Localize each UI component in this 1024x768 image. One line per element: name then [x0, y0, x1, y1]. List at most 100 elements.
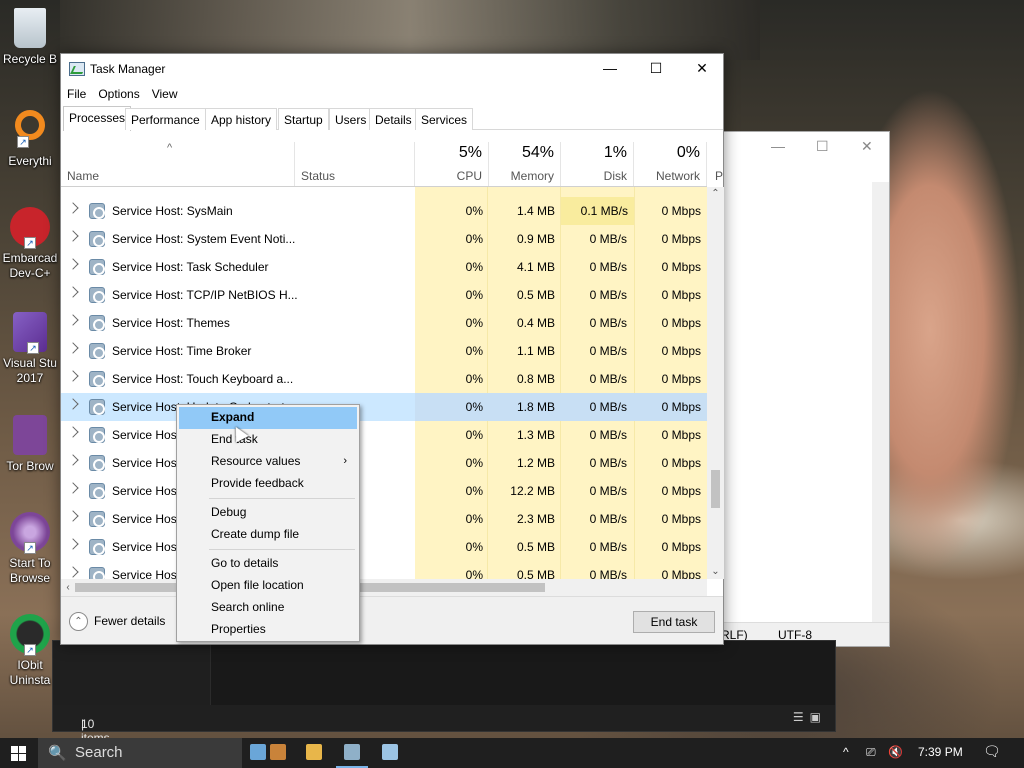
start-button[interactable]	[0, 738, 38, 768]
table-row[interactable]: Service Host: SysMain 0% 1.4 MB 0.1 MB/s 0 M…	[61, 197, 707, 225]
expand-chevron-icon[interactable]	[67, 258, 79, 270]
volume-muted-icon[interactable]: 🔇	[888, 745, 903, 759]
menu-item-properties[interactable]: Properties	[179, 619, 357, 641]
taskbar-search-box[interactable]: 🔍 Search	[38, 738, 242, 768]
maximize-icon[interactable]: ☐	[816, 138, 829, 155]
scroll-left-icon[interactable]: ‹	[61, 579, 75, 596]
service-host-icon	[89, 455, 105, 471]
tab-users[interactable]: Users	[329, 108, 373, 130]
search-icon: 🔍	[48, 745, 67, 762]
column-header-network[interactable]: 0% Network	[634, 142, 707, 186]
menu-view[interactable]: View	[146, 84, 184, 101]
menu-item-go-to-details[interactable]: Go to details	[179, 553, 357, 575]
background-editor-window[interactable]: — ☐ ✕ RLF) UTF-8	[720, 131, 890, 647]
menu-item-resource-values[interactable]: Resource values ›	[179, 451, 357, 473]
scroll-down-icon[interactable]: ⌄	[707, 565, 724, 579]
tab-services[interactable]: Services	[415, 108, 474, 130]
task-manager-window[interactable]: Task Manager — ☐ ✕ File Options View Proce…	[60, 53, 724, 645]
taskbar-app-task-manager[interactable]	[336, 740, 368, 768]
menu-item-create-dump-file[interactable]: Create dump file	[179, 524, 357, 546]
table-row[interactable]: Service Host 0% 1.3 MB 0 MB/s 0 Mbps	[61, 421, 707, 449]
vertical-scroll-thumb[interactable]	[711, 470, 720, 508]
file-explorer-window[interactable]: 10 items | ☰▣	[52, 640, 836, 745]
menu-file[interactable]: File	[61, 84, 92, 101]
desktop-icon-everything[interactable]: ↗ Everythi	[0, 110, 60, 169]
expand-chevron-icon[interactable]	[67, 398, 79, 410]
table-row[interactable]: Service Host 0% 0.5 MB 0 MB/s 0 Mbps	[61, 533, 707, 561]
expand-chevron-icon[interactable]	[67, 370, 79, 382]
expand-chevron-icon[interactable]	[67, 510, 79, 522]
expand-chevron-icon[interactable]	[67, 538, 79, 550]
table-row[interactable]: Service Host: TCP/IP NetBIOS H... 0% 0.5 M…	[61, 281, 707, 309]
expand-chevron-icon[interactable]	[67, 230, 79, 242]
table-row[interactable]: Service Host: System Event Noti... 0% 0.9 …	[61, 225, 707, 253]
expand-chevron-icon[interactable]	[67, 314, 79, 326]
background-window-scrollbar[interactable]	[872, 182, 889, 622]
menu-item-expand[interactable]: Expand	[179, 407, 357, 429]
tab-app-history[interactable]: App history	[205, 108, 278, 130]
expand-chevron-icon[interactable]	[67, 482, 79, 494]
table-row[interactable]: Service Host 0% 1.2 MB 0 MB/s 0 Mbps	[61, 449, 707, 477]
taskbar-app-file-explorer[interactable]	[298, 740, 330, 768]
column-header-name[interactable]: Name	[61, 142, 295, 186]
taskbar-app-winrar[interactable]	[262, 740, 294, 768]
explorer-navigation-pane[interactable]	[53, 641, 211, 707]
network-icon[interactable]: ⎚	[866, 745, 876, 760]
column-header-status[interactable]: Status	[295, 142, 415, 186]
column-header-cpu[interactable]: 5% CPU	[415, 142, 489, 186]
table-row[interactable]: Service Host 0% 2.3 MB 0 MB/s 0 Mbps	[61, 505, 707, 533]
column-header-power[interactable]: P	[707, 142, 724, 186]
menu-item-end-task[interactable]: End task	[179, 429, 357, 451]
process-memory: 0.5 MB	[516, 568, 555, 579]
expand-chevron-icon[interactable]	[67, 342, 79, 354]
menu-item-open-file-location[interactable]: Open file location	[179, 575, 357, 597]
table-row[interactable]: Service Host 0% 0.5 MB 0 MB/s 0 Mbps	[61, 561, 707, 579]
end-task-button[interactable]: End task	[633, 611, 715, 633]
minimize-button[interactable]: —	[587, 54, 633, 84]
scroll-up-icon[interactable]: ⌃	[707, 187, 724, 201]
table-row[interactable]: Service Host: Update Orchestrat...0%1.8 …	[61, 393, 707, 421]
desktop-icon-dev-cpp[interactable]: ↗ Embarcad Dev-C+	[0, 207, 60, 281]
notification-icon[interactable]: 🗨	[983, 743, 1001, 760]
table-row[interactable]: Service Host: Touch Keyboard a... 0% 0.8 M…	[61, 365, 707, 393]
clock[interactable]: 7:39 PM	[918, 745, 963, 759]
menu-options[interactable]: Options	[92, 84, 145, 101]
column-header-disk[interactable]: 1% Disk	[561, 142, 634, 186]
fewer-details-link[interactable]: Fewer details	[94, 614, 165, 628]
expand-chevron-icon[interactable]	[67, 566, 79, 578]
column-header-memory[interactable]: 54% Memory	[489, 142, 561, 186]
recycle-bin-icon	[14, 8, 46, 48]
horizontal-scrollbar[interactable]: ‹	[61, 579, 707, 596]
menu-item-provide-feedback[interactable]: Provide feedback	[179, 473, 357, 495]
title-bar[interactable]: Task Manager — ☐ ✕	[61, 54, 723, 84]
close-icon[interactable]: ✕	[861, 138, 873, 155]
vertical-scrollbar[interactable]: ⌃ ⌄	[707, 187, 724, 579]
minimize-icon[interactable]: —	[771, 138, 785, 154]
expand-chevron-icon[interactable]	[67, 454, 79, 466]
expand-chevron-icon[interactable]	[67, 202, 79, 214]
tab-startup[interactable]: Startup	[278, 108, 329, 130]
desktop-icon-visual-studio[interactable]: ↗ Visual Stu 2017	[0, 312, 60, 386]
close-button[interactable]: ✕	[679, 54, 725, 84]
desktop-icon-iobit-uninstaller[interactable]: ↗ IObit Uninsta	[0, 614, 60, 688]
table-row[interactable]: Service Host: Themes 0% 0.4 MB 0 MB/s 0 Mbps	[61, 309, 707, 337]
chevron-up-circle-icon[interactable]: ⌃	[69, 612, 88, 631]
desktop-icon-tor-start[interactable]: ↗ Start To Browse	[0, 512, 60, 586]
expand-chevron-icon[interactable]	[67, 286, 79, 298]
table-row[interactable]: Service Host 0% 12.2 MB 0 MB/s 0 Mbps	[61, 477, 707, 505]
table-row[interactable]: Service Host: Time Broker 0% 1.1 MB 0 MB/s 0…	[61, 337, 707, 365]
chevron-up-icon[interactable]: ^	[843, 745, 849, 759]
desktop-icon-tor-browser[interactable]: Tor Brow	[0, 415, 60, 474]
process-list[interactable]: Service Host: SysMain 0% 1.4 MB 0.1 MB/s 0 M…	[61, 187, 707, 579]
table-row[interactable]: Service Host: Task Scheduler 0% 4.1 MB 0 MB…	[61, 253, 707, 281]
maximize-button[interactable]: ☐	[633, 54, 679, 84]
menu-item-debug[interactable]: Debug	[179, 502, 357, 524]
desktop-icon-recycle-bin[interactable]: Recycle B	[0, 8, 60, 67]
expand-chevron-icon[interactable]	[67, 426, 79, 438]
tab-processes[interactable]: Processes	[63, 106, 132, 131]
tab-performance[interactable]: Performance	[125, 108, 206, 130]
view-toggle-icons[interactable]: ☰▣	[793, 710, 827, 724]
taskbar-app-notepad[interactable]	[374, 740, 406, 768]
menu-item-search-online[interactable]: Search online	[179, 597, 357, 619]
tab-details[interactable]: Details	[369, 108, 418, 130]
